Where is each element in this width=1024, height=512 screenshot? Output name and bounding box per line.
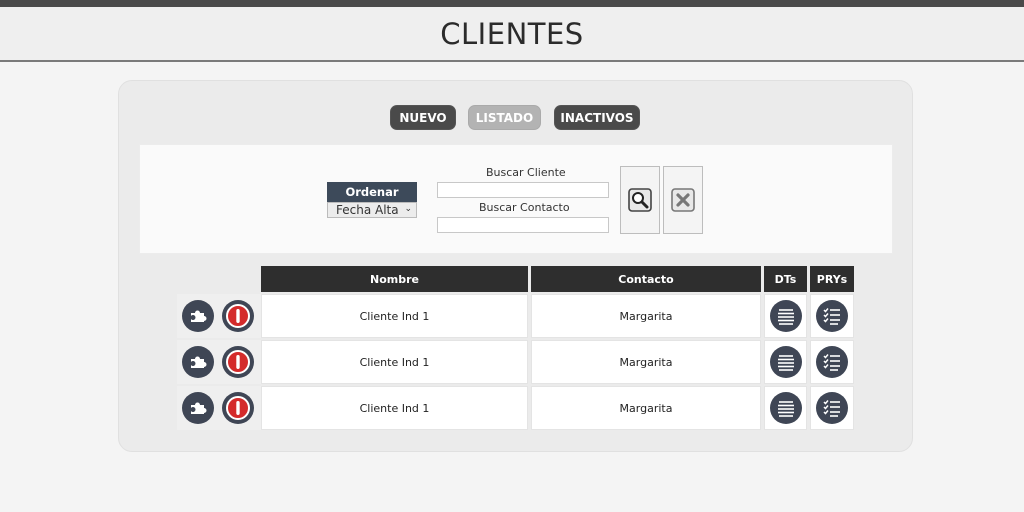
buscar-cliente-label: Buscar Cliente (486, 166, 566, 179)
puzzle-icon (182, 300, 214, 332)
client-name-cell[interactable]: Cliente Ind 1 (261, 340, 528, 384)
checklist-icon[interactable] (816, 346, 848, 378)
page-header: CLIENTES (0, 7, 1024, 62)
document-lines-icon[interactable] (769, 346, 802, 378)
page-title: CLIENTES (440, 16, 584, 51)
client-contact-cell: Margarita (531, 386, 761, 430)
column-header-dts: DTs (764, 266, 807, 292)
client-name-cell[interactable]: Cliente Ind 1 (261, 386, 528, 430)
deactivate-client-button[interactable] (222, 392, 254, 424)
buscar-cliente-input[interactable] (437, 182, 609, 198)
clear-x-icon (671, 188, 695, 212)
edit-client-button[interactable] (182, 346, 214, 378)
top-bar (0, 0, 1024, 7)
inactivos-button[interactable]: INACTIVOS (554, 105, 640, 130)
buscar-contacto-input[interactable] (437, 217, 609, 233)
column-header-contacto[interactable]: Contacto (531, 266, 761, 292)
dts-cell (764, 386, 807, 430)
checklist-icon[interactable] (816, 300, 848, 332)
client-contact-cell: Margarita (531, 294, 761, 338)
order-select[interactable]: Fecha Alta ⌄ (327, 202, 417, 218)
prys-cell (810, 340, 854, 384)
edit-client-button[interactable] (182, 300, 214, 332)
deactivate-icon (222, 392, 254, 424)
clear-button[interactable] (663, 166, 703, 234)
edit-client-button[interactable] (182, 392, 214, 424)
checklist-icon[interactable] (816, 392, 848, 424)
column-header-nombre[interactable]: Nombre (261, 266, 528, 292)
dts-cell (764, 340, 807, 384)
deactivate-client-button[interactable] (222, 300, 254, 332)
puzzle-icon (182, 346, 214, 378)
deactivate-icon (222, 346, 254, 378)
deactivate-client-button[interactable] (222, 346, 254, 378)
magnifier-icon (628, 188, 652, 212)
dts-cell (764, 294, 807, 338)
client-name-cell[interactable]: Cliente Ind 1 (261, 294, 528, 338)
listado-button[interactable]: LISTADO (468, 105, 541, 130)
search-panel (139, 144, 893, 254)
prys-cell (810, 386, 854, 430)
document-lines-icon[interactable] (769, 392, 802, 424)
order-label: Ordenar (327, 182, 417, 202)
deactivate-icon (222, 300, 254, 332)
order-select-value: Fecha Alta (336, 203, 399, 217)
chevron-down-icon: ⌄ (404, 204, 412, 214)
search-button[interactable] (620, 166, 660, 234)
buscar-contacto-label: Buscar Contacto (479, 201, 570, 214)
client-contact-cell: Margarita (531, 340, 761, 384)
prys-cell (810, 294, 854, 338)
column-header-prys: PRYs (810, 266, 854, 292)
document-lines-icon[interactable] (769, 300, 802, 332)
nuevo-button[interactable]: NUEVO (390, 105, 456, 130)
puzzle-icon (182, 392, 214, 424)
